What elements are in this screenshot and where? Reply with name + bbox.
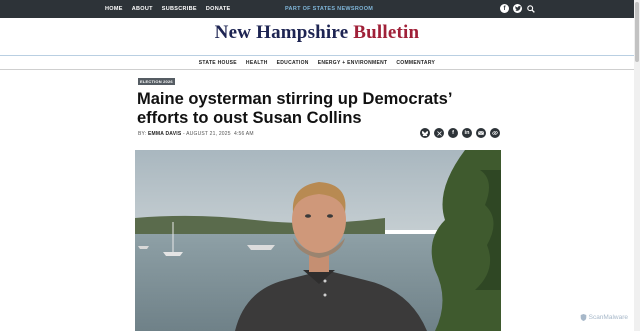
bluesky-icon[interactable] (420, 128, 430, 138)
section-energy-environment[interactable]: ENERGY + ENVIRONMENT (318, 60, 388, 66)
site-logo[interactable]: New Hampshire Bulletin (0, 22, 634, 44)
section-health[interactable]: HEALTH (246, 60, 268, 66)
shield-icon (580, 314, 586, 321)
twitter-icon[interactable] (513, 4, 522, 13)
linkedin-icon[interactable]: in (462, 128, 472, 138)
share-buttons: f in (420, 128, 500, 138)
article-hero-image (135, 150, 501, 331)
section-nav: STATE HOUSE HEALTH EDUCATION ENERGY + EN… (0, 55, 634, 70)
scrollbar-thumb[interactable] (635, 2, 639, 62)
publish-date: - AUGUST 21, 2025 (182, 131, 231, 137)
header-social: f (500, 4, 535, 13)
logo-text-primary: New Hampshire (214, 22, 349, 43)
nav-about[interactable]: ABOUT (132, 6, 153, 12)
email-icon[interactable] (476, 128, 486, 138)
network-link[interactable]: PART OF STATES NEWSROOM (285, 0, 373, 18)
photo-oysterman (135, 150, 501, 331)
byline-prefix: BY: (138, 131, 147, 137)
nav-donate[interactable]: DONATE (206, 6, 231, 12)
link-icon[interactable] (490, 128, 500, 138)
nav-home[interactable]: HOME (105, 6, 123, 12)
nav-subscribe[interactable]: SUBSCRIBE (162, 6, 197, 12)
logo-text-accent: Bulletin (353, 22, 420, 43)
section-education[interactable]: EDUCATION (277, 60, 309, 66)
article-headline: Maine oysterman stirring up Democrats’ e… (137, 90, 452, 127)
x-icon[interactable] (434, 128, 444, 138)
publish-time: 4:56 AM (233, 131, 254, 137)
watermark-text: ScanMalware (588, 314, 628, 321)
author-link[interactable]: EMMA DAVIS (148, 131, 181, 137)
search-icon[interactable] (526, 4, 535, 13)
facebook-icon[interactable]: f (500, 4, 509, 13)
scanmalware-watermark: ScanMalware (580, 314, 628, 321)
top-nav: HOME ABOUT SUBSCRIBE DONATE (105, 0, 230, 18)
section-state-house[interactable]: STATE HOUSE (199, 60, 237, 66)
section-commentary[interactable]: COMMENTARY (396, 60, 435, 66)
facebook-share-icon[interactable]: f (448, 128, 458, 138)
category-tag[interactable]: ELECTION 2026 (138, 78, 175, 85)
top-bar: HOME ABOUT SUBSCRIBE DONATE PART OF STAT… (0, 0, 634, 18)
page-scrollbar[interactable] (634, 0, 640, 331)
byline: BY: EMMA DAVIS - AUGUST 21, 2025 4:56 AM (138, 131, 254, 137)
